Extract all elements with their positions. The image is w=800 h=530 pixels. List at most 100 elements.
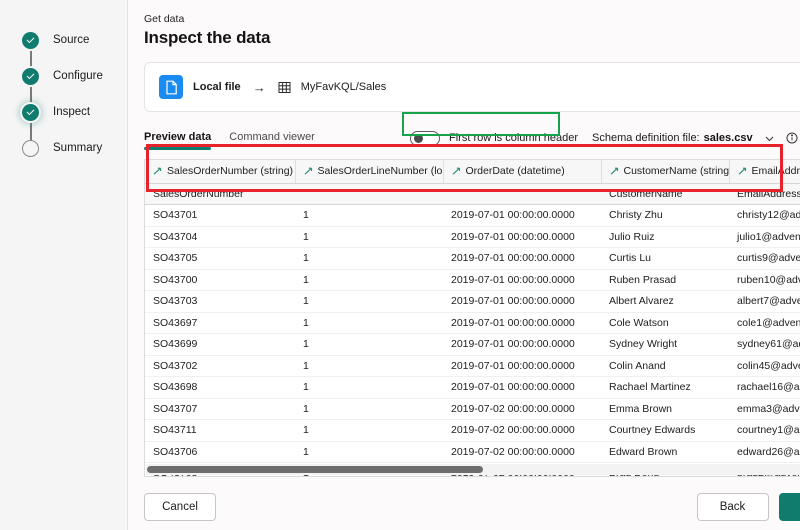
step-label: Inspect — [53, 106, 91, 118]
column-header-text-1: SalesOrderLineNumber (long) — [317, 165, 443, 178]
table-row[interactable]: SO43702 1 2019-07-01 00:00:00.0000 Colin An… — [145, 355, 800, 377]
column-header-salesordernumber[interactable]: SalesOrderNumber (string) — [145, 160, 296, 184]
table-cell: 2019-07-02 00:00:00.0000 — [443, 441, 601, 463]
table-cell: 2019-07-01 00:00:00.0000 — [443, 247, 601, 270]
tab-command-viewer[interactable]: Command viewer — [229, 131, 315, 150]
arrow-right-icon: → — [252, 79, 266, 95]
toggle-knob — [413, 133, 423, 143]
table-cell: Ruben Prasad — [601, 269, 729, 291]
table-cell: edward26@adventure-wo — [729, 441, 800, 463]
column-header-row: SalesOrderNumber (string) SalesOrderLine… — [145, 160, 800, 184]
table-row[interactable]: SO43697 1 2019-07-01 00:00:00.0000 Cole Wat… — [145, 312, 800, 334]
column-header-emailaddress[interactable]: EmailAddress (string) — [729, 160, 800, 184]
table-cell: SalesOrderNumber — [145, 183, 295, 205]
table-row[interactable]: SO43711 1 2019-07-02 00:00:00.0000 Courtney… — [145, 419, 800, 442]
sidebar-step-summary[interactable]: Summary — [22, 130, 127, 166]
sidebar-step-configure[interactable]: Configure — [22, 58, 127, 94]
table-cell: emma3@adventure-works — [729, 398, 800, 420]
column-header-salesorderlinenumber[interactable]: SalesOrderLineNumber (long) — [295, 160, 444, 184]
grid-body: SalesOrderNumber CustomerName EmailAddress… — [145, 183, 800, 476]
table-cell: 1 — [295, 355, 443, 377]
table-cell: Colin Anand — [601, 355, 729, 377]
step-label: Configure — [53, 70, 103, 82]
source-destination-card: Local file → MyFavKQL/Sales — [144, 62, 800, 112]
info-circle-icon[interactable] — [786, 132, 798, 144]
sidebar-step-source[interactable]: Source — [22, 22, 127, 58]
table-row[interactable]: SO43705 1 2019-07-01 00:00:00.0000 Curtis L… — [145, 247, 800, 270]
tab-preview-data[interactable]: Preview data — [144, 131, 212, 150]
table-cell: Curtis Lu — [601, 247, 729, 270]
horizontal-scrollbar-thumb[interactable] — [147, 466, 483, 473]
chevron-down-icon[interactable] — [764, 133, 775, 144]
table-cell: 1 — [295, 419, 443, 442]
table-cell — [295, 183, 443, 205]
first-row-header-toggle[interactable] — [410, 130, 440, 146]
column-header-orderdate[interactable]: OrderDate (datetime) — [443, 160, 602, 184]
table-cell: SO43697 — [145, 312, 295, 334]
column-header-customername[interactable]: CustomerName (string) — [601, 160, 730, 184]
table-cell: 2019-07-01 00:00:00.0000 — [443, 355, 601, 377]
table-row[interactable]: SO43703 1 2019-07-01 00:00:00.0000 Albert A… — [145, 290, 800, 313]
data-grid: SalesOrderNumber (string) SalesOrderLine… — [145, 160, 800, 476]
table-cell: albert7@adventure-works — [729, 290, 800, 313]
table-cell: Albert Alvarez — [601, 290, 729, 313]
dialog-eyebrow: Get data — [144, 13, 185, 25]
table-cell: 1 — [295, 376, 443, 399]
finish-button[interactable]: Finish — [778, 493, 800, 521]
table-row[interactable]: SO43700 1 2019-07-01 00:00:00.0000 Ruben Pr… — [145, 269, 800, 291]
table-cell: 1 — [295, 290, 443, 313]
string-type-icon — [153, 167, 162, 176]
table-cell: 2019-07-01 00:00:00.0000 — [443, 333, 601, 356]
get-data-dialog: Source Configure Inspect Summary Get dat… — [0, 0, 800, 530]
table-cell: 1 — [295, 441, 443, 463]
string-type-icon — [610, 167, 619, 176]
table-cell: colin45@adventure-works — [729, 355, 800, 377]
table-row[interactable]: SO43698 1 2019-07-01 00:00:00.0000 Rachael … — [145, 376, 800, 399]
table-cell: SO43702 — [145, 355, 295, 377]
table-cell: SO43701 — [145, 204, 295, 227]
dialog-footer: Cancel Back Finish — [144, 493, 800, 521]
table-cell: 2019-07-01 00:00:00.0000 — [443, 204, 601, 227]
table-row[interactable]: SO43707 1 2019-07-02 00:00:00.0000 Emma Bro… — [145, 398, 800, 420]
table-cell: julio1@adventure-works.c — [729, 226, 800, 248]
back-button[interactable]: Back — [696, 493, 769, 521]
table-cell: Christy Zhu — [601, 204, 729, 227]
table-cell — [443, 183, 601, 205]
first-row-header-toggle-group[interactable]: First row is column header — [406, 128, 582, 149]
table-grid-icon — [278, 81, 291, 94]
table-row[interactable]: SO43699 1 2019-07-01 00:00:00.0000 Sydney W… — [145, 333, 800, 356]
sidebar-step-inspect[interactable]: Inspect — [22, 94, 127, 130]
table-cell: Cole Watson — [601, 312, 729, 334]
table-row[interactable]: SO43704 1 2019-07-01 00:00:00.0000 Julio Ru… — [145, 226, 800, 248]
preview-toolbar: First row is column header Schema defini… — [406, 126, 800, 150]
table-cell: 1 — [295, 226, 443, 248]
table-cell: 2019-07-01 00:00:00.0000 — [443, 376, 601, 399]
table-cell: 1 — [295, 269, 443, 291]
table-cell: 2019-07-01 00:00:00.0000 — [443, 290, 601, 313]
wizard-step-list: Source Configure Inspect Summary — [0, 22, 127, 166]
table-cell: sydney61@adventure-wor — [729, 333, 800, 356]
horizontal-scrollbar[interactable] — [146, 464, 800, 475]
footer-right-actions: Back Finish — [696, 493, 800, 521]
table-cell: SO43699 — [145, 333, 295, 356]
table-row[interactable]: SO43701 1 2019-07-01 00:00:00.0000 Christy … — [145, 204, 800, 227]
column-header-text-0: SalesOrderNumber (string) — [167, 165, 294, 178]
table-cell: Emma Brown — [601, 398, 729, 420]
schema-definition-value: sales.csv — [703, 132, 753, 144]
table-cell: Sydney Wright — [601, 333, 729, 356]
step-check-icon — [22, 31, 39, 49]
table-row-column-names[interactable]: SalesOrderNumber CustomerName EmailAddress — [145, 183, 800, 205]
table-cell: Rachael Martinez — [601, 376, 729, 399]
table-cell: Courtney Edwards — [601, 419, 729, 442]
cancel-button[interactable]: Cancel — [144, 493, 216, 521]
datetime-type-icon — [452, 167, 461, 176]
table-cell: 1 — [295, 333, 443, 356]
table-cell: cole1@adventure-works.c — [729, 312, 800, 334]
table-cell: rachael16@adventure-wo — [729, 376, 800, 399]
wizard-sidebar: Source Configure Inspect Summary — [0, 0, 128, 530]
string-type-icon — [738, 167, 747, 176]
table-cell: courtney1@adventure-wo — [729, 419, 800, 442]
table-cell: 1 — [295, 312, 443, 334]
table-cell: SO43703 — [145, 290, 295, 313]
table-row[interactable]: SO43706 1 2019-07-02 00:00:00.0000 Edward B… — [145, 441, 800, 463]
